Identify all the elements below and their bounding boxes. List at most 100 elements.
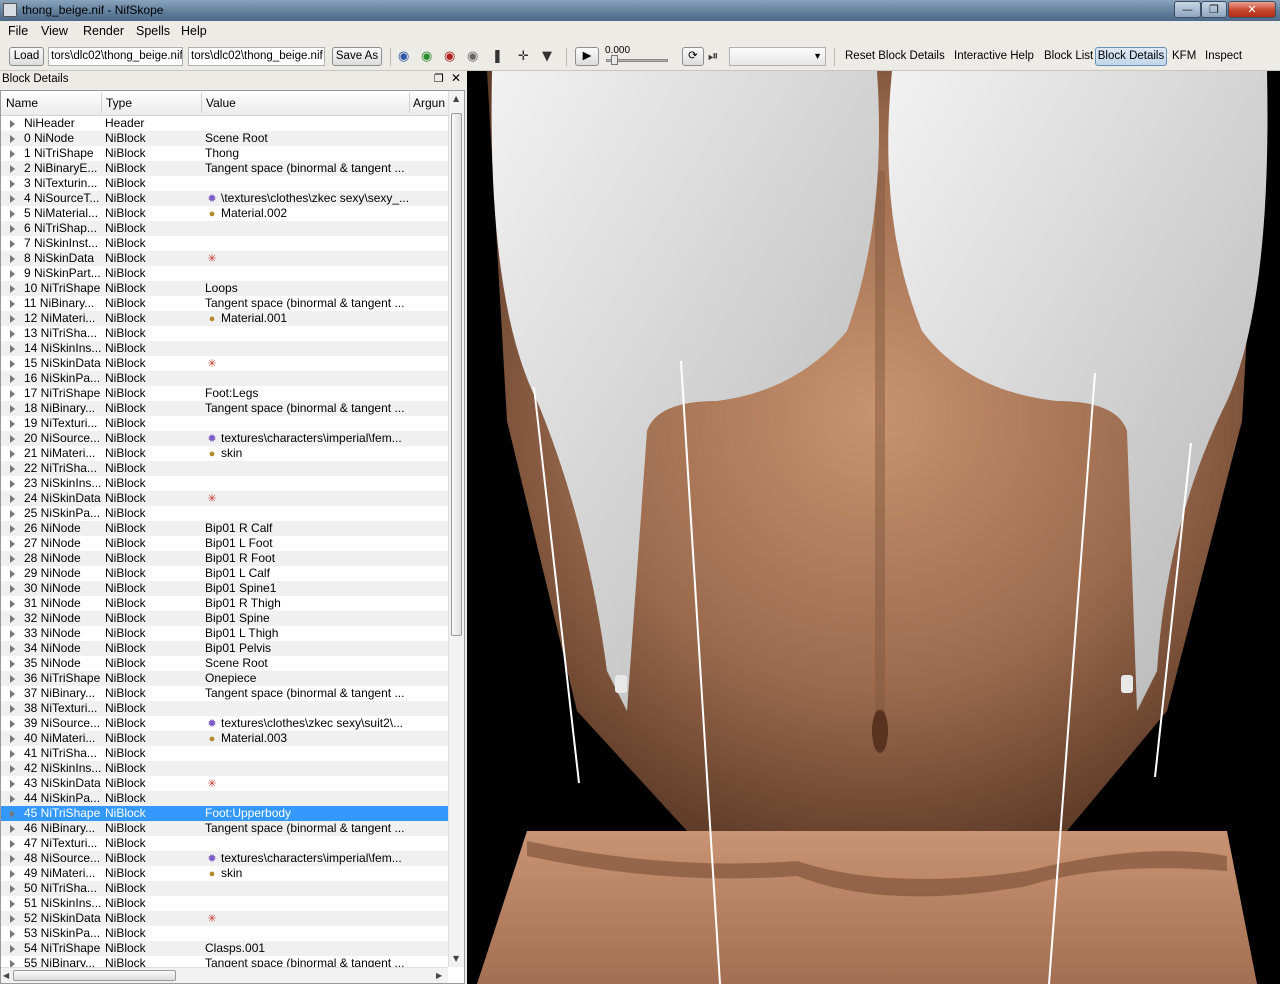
tree-row[interactable]: 13 NiTriSha... NiBlock xyxy=(1,326,448,341)
tree-row[interactable]: 32 NiNode NiBlock Bip01 Spine xyxy=(1,611,448,626)
dropdown-arrow-icon[interactable]: ▼ xyxy=(542,49,552,64)
kfm-link[interactable]: KFM xyxy=(1172,50,1196,62)
column-value[interactable]: Value xyxy=(206,96,236,110)
expand-arrow-icon[interactable] xyxy=(10,840,15,848)
expand-arrow-icon[interactable] xyxy=(10,705,15,713)
horizontal-scrollbar[interactable]: ◀ ▶ xyxy=(1,967,448,983)
tree-row[interactable]: 34 NiNode NiBlock Bip01 Pelvis xyxy=(1,641,448,656)
tree-row[interactable]: 11 NiBinary... NiBlock Tangent space (bino… xyxy=(1,296,448,311)
expand-arrow-icon[interactable] xyxy=(10,180,15,188)
menu-spells[interactable]: Spells xyxy=(136,24,170,38)
expand-arrow-icon[interactable] xyxy=(10,135,15,143)
tree-row[interactable]: 23 NiSkinIns... NiBlock xyxy=(1,476,448,491)
expand-arrow-icon[interactable] xyxy=(10,795,15,803)
tree-row[interactable]: 47 NiTexturi... NiBlock xyxy=(1,836,448,851)
column-argument[interactable]: Argun xyxy=(413,96,445,110)
expand-arrow-icon[interactable] xyxy=(10,585,15,593)
tree-row[interactable]: 51 NiSkinIns... NiBlock xyxy=(1,896,448,911)
tree-row[interactable]: 48 NiSource... NiBlock ✹ textures\character… xyxy=(1,851,448,866)
horizontal-scroll-thumb[interactable] xyxy=(13,970,176,981)
save-as-button[interactable]: Save As xyxy=(332,47,382,66)
menu-render[interactable]: Render xyxy=(83,24,124,38)
save-path-field[interactable]: tors\dlc02\thong_beige.nif xyxy=(188,47,325,66)
maximize-button[interactable]: ❐ xyxy=(1201,1,1227,18)
eye-blue-icon[interactable]: ◉ xyxy=(398,49,409,64)
tree-row[interactable]: 38 NiTexturi... NiBlock xyxy=(1,701,448,716)
tree-row[interactable]: 8 NiSkinData NiBlock ✳ xyxy=(1,251,448,266)
tree-row-selected[interactable]: 45 NiTriShape NiBlock Foot:Upperbody xyxy=(1,806,448,821)
expand-arrow-icon[interactable] xyxy=(10,525,15,533)
tree-row[interactable]: 17 NiTriShape NiBlock Foot:Legs xyxy=(1,386,448,401)
tree-row[interactable]: 53 NiSkinPa... NiBlock xyxy=(1,926,448,941)
expand-arrow-icon[interactable] xyxy=(10,480,15,488)
play-button[interactable]: ▶ xyxy=(575,47,599,66)
expand-arrow-icon[interactable] xyxy=(10,855,15,863)
tree-row[interactable]: 0 NiNode NiBlock Scene Root xyxy=(1,131,448,146)
tree-row[interactable]: 50 NiTriSha... NiBlock xyxy=(1,881,448,896)
expand-arrow-icon[interactable] xyxy=(10,555,15,563)
tree-row[interactable]: 16 NiSkinPa... NiBlock xyxy=(1,371,448,386)
tree-row[interactable]: 26 NiNode NiBlock Bip01 R Calf xyxy=(1,521,448,536)
tree-row[interactable]: 41 NiTriSha... NiBlock xyxy=(1,746,448,761)
tree-row[interactable]: 35 NiNode NiBlock Scene Root xyxy=(1,656,448,671)
tree-row[interactable]: 7 NiSkinInst... NiBlock xyxy=(1,236,448,251)
tree-row[interactable]: 20 NiSource... NiBlock ✹ textures\character… xyxy=(1,431,448,446)
scroll-down-icon[interactable]: ▼ xyxy=(453,954,459,963)
expand-arrow-icon[interactable] xyxy=(10,120,15,128)
tree-row[interactable]: 4 NiSourceT... NiBlock ✹ \textures\clothes\… xyxy=(1,191,448,206)
expand-arrow-icon[interactable] xyxy=(10,810,15,818)
tree-row[interactable]: 21 NiMateri... NiBlock ● skin xyxy=(1,446,448,461)
expand-arrow-icon[interactable] xyxy=(10,150,15,158)
tree-row[interactable]: 2 NiBinaryE... NiBlock Tangent space (bino… xyxy=(1,161,448,176)
expand-arrow-icon[interactable] xyxy=(10,255,15,263)
expand-arrow-icon[interactable] xyxy=(10,570,15,578)
switch-icon[interactable]: ⏯ xyxy=(708,49,718,64)
expand-arrow-icon[interactable] xyxy=(10,765,15,773)
close-panel-icon[interactable]: ✕ xyxy=(451,71,461,85)
undock-icon[interactable]: ❐ xyxy=(434,72,444,85)
eye-gray-icon[interactable]: ◉ xyxy=(467,49,478,64)
expand-arrow-icon[interactable] xyxy=(10,690,15,698)
tree-row[interactable]: 9 NiSkinPart... NiBlock xyxy=(1,266,448,281)
expand-arrow-icon[interactable] xyxy=(10,720,15,728)
tree-row[interactable]: 25 NiSkinPa... NiBlock xyxy=(1,506,448,521)
expand-arrow-icon[interactable] xyxy=(10,780,15,788)
expand-arrow-icon[interactable] xyxy=(10,630,15,638)
load-button[interactable]: Load xyxy=(9,47,44,66)
tree-row[interactable]: 52 NiSkinData NiBlock ✳ xyxy=(1,911,448,926)
expand-arrow-icon[interactable] xyxy=(10,900,15,908)
scroll-right-icon[interactable]: ▶ xyxy=(436,971,442,980)
tree-row[interactable]: 36 NiTriShape NiBlock Onepiece xyxy=(1,671,448,686)
expand-arrow-icon[interactable] xyxy=(10,645,15,653)
tree-row[interactable]: 42 NiSkinIns... NiBlock xyxy=(1,761,448,776)
tree-row[interactable]: 31 NiNode NiBlock Bip01 R Thigh xyxy=(1,596,448,611)
expand-arrow-icon[interactable] xyxy=(10,465,15,473)
tree-row[interactable]: 54 NiTriShape NiBlock Clasps.001 xyxy=(1,941,448,956)
tree-row[interactable]: 46 NiBinary... NiBlock Tangent space (bino… xyxy=(1,821,448,836)
tree-row[interactable]: 19 NiTexturi... NiBlock xyxy=(1,416,448,431)
expand-arrow-icon[interactable] xyxy=(10,300,15,308)
expand-arrow-icon[interactable] xyxy=(10,405,15,413)
expand-arrow-icon[interactable] xyxy=(10,210,15,218)
tree-row[interactable]: 28 NiNode NiBlock Bip01 R Foot xyxy=(1,551,448,566)
column-type[interactable]: Type xyxy=(106,96,132,110)
minimize-button[interactable]: — xyxy=(1174,1,1201,18)
menu-file[interactable]: File xyxy=(8,24,28,38)
tree-row[interactable]: 22 NiTriSha... NiBlock xyxy=(1,461,448,476)
tree-row[interactable]: 27 NiNode NiBlock Bip01 L Foot xyxy=(1,536,448,551)
expand-arrow-icon[interactable] xyxy=(10,885,15,893)
scroll-up-icon[interactable]: ▲ xyxy=(453,94,459,103)
expand-arrow-icon[interactable] xyxy=(10,360,15,368)
tree-row[interactable]: NiHeader Header xyxy=(1,116,448,131)
expand-arrow-icon[interactable] xyxy=(10,675,15,683)
tree-row[interactable]: 44 NiSkinPa... NiBlock xyxy=(1,791,448,806)
expand-arrow-icon[interactable] xyxy=(10,375,15,383)
menu-help[interactable]: Help xyxy=(181,24,207,38)
expand-arrow-icon[interactable] xyxy=(10,345,15,353)
vertical-scroll-thumb[interactable] xyxy=(451,113,462,636)
expand-arrow-icon[interactable] xyxy=(10,750,15,758)
expand-arrow-icon[interactable] xyxy=(10,615,15,623)
block-list-link[interactable]: Block List xyxy=(1044,50,1093,62)
tree-row[interactable]: 18 NiBinary... NiBlock Tangent space (bino… xyxy=(1,401,448,416)
tree-row[interactable]: 39 NiSource... NiBlock ✹ textures\clothes\z… xyxy=(1,716,448,731)
